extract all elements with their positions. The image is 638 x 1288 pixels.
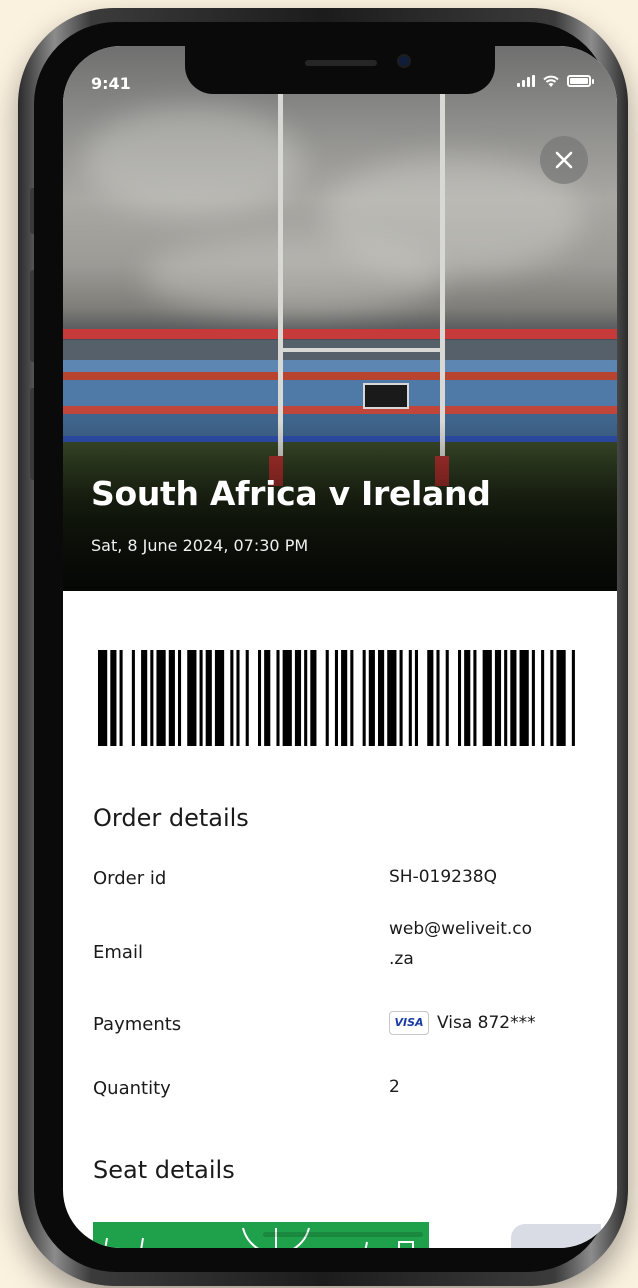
wifi-icon: [543, 75, 559, 87]
battery-icon: [567, 75, 594, 87]
seat-details-heading: Seat details: [93, 1156, 235, 1184]
order-details-heading: Order details: [93, 804, 249, 832]
order-id-label: Order id: [93, 868, 167, 889]
status-time: 9:41: [91, 74, 131, 93]
payment-method: VISA Visa 872***: [389, 1008, 536, 1038]
order-id-value: SH-019238Q: [389, 867, 497, 887]
cellular-signal-icon: [517, 75, 535, 87]
close-button[interactable]: [540, 136, 588, 184]
payments-label: Payments: [93, 1014, 182, 1035]
seat-card-preview[interactable]: [511, 1224, 601, 1248]
phone-notch: [185, 46, 495, 94]
event-datetime: Sat, 8 June 2024, 07:30 PM: [91, 536, 309, 555]
stadium-scoreboard: [363, 383, 409, 409]
email-value-line1: web@weliveit.co: [389, 919, 533, 939]
speaker-grille: [305, 60, 377, 66]
email-value-line2: .za: [389, 949, 414, 969]
barcode-icon: [98, 650, 575, 746]
email-label: Email: [93, 942, 143, 963]
visa-card-icon: VISA: [389, 1011, 429, 1035]
stadium-hero-image: 9:41 South Africa v Ireland Sat, 8 June …: [63, 46, 617, 591]
front-camera: [397, 54, 411, 68]
payment-card-value: Visa 872***: [437, 1013, 536, 1033]
event-title: South Africa v Ireland: [91, 474, 491, 513]
close-icon: [555, 151, 573, 169]
home-indicator: [263, 1232, 423, 1237]
email-value: web@weliveit.co .za: [389, 914, 532, 974]
quantity-value: 2: [389, 1077, 400, 1097]
quantity-label: Quantity: [93, 1078, 171, 1099]
ticket-screen: 9:41 South Africa v Ireland Sat, 8 June …: [63, 46, 617, 1248]
status-icons: [517, 74, 594, 88]
